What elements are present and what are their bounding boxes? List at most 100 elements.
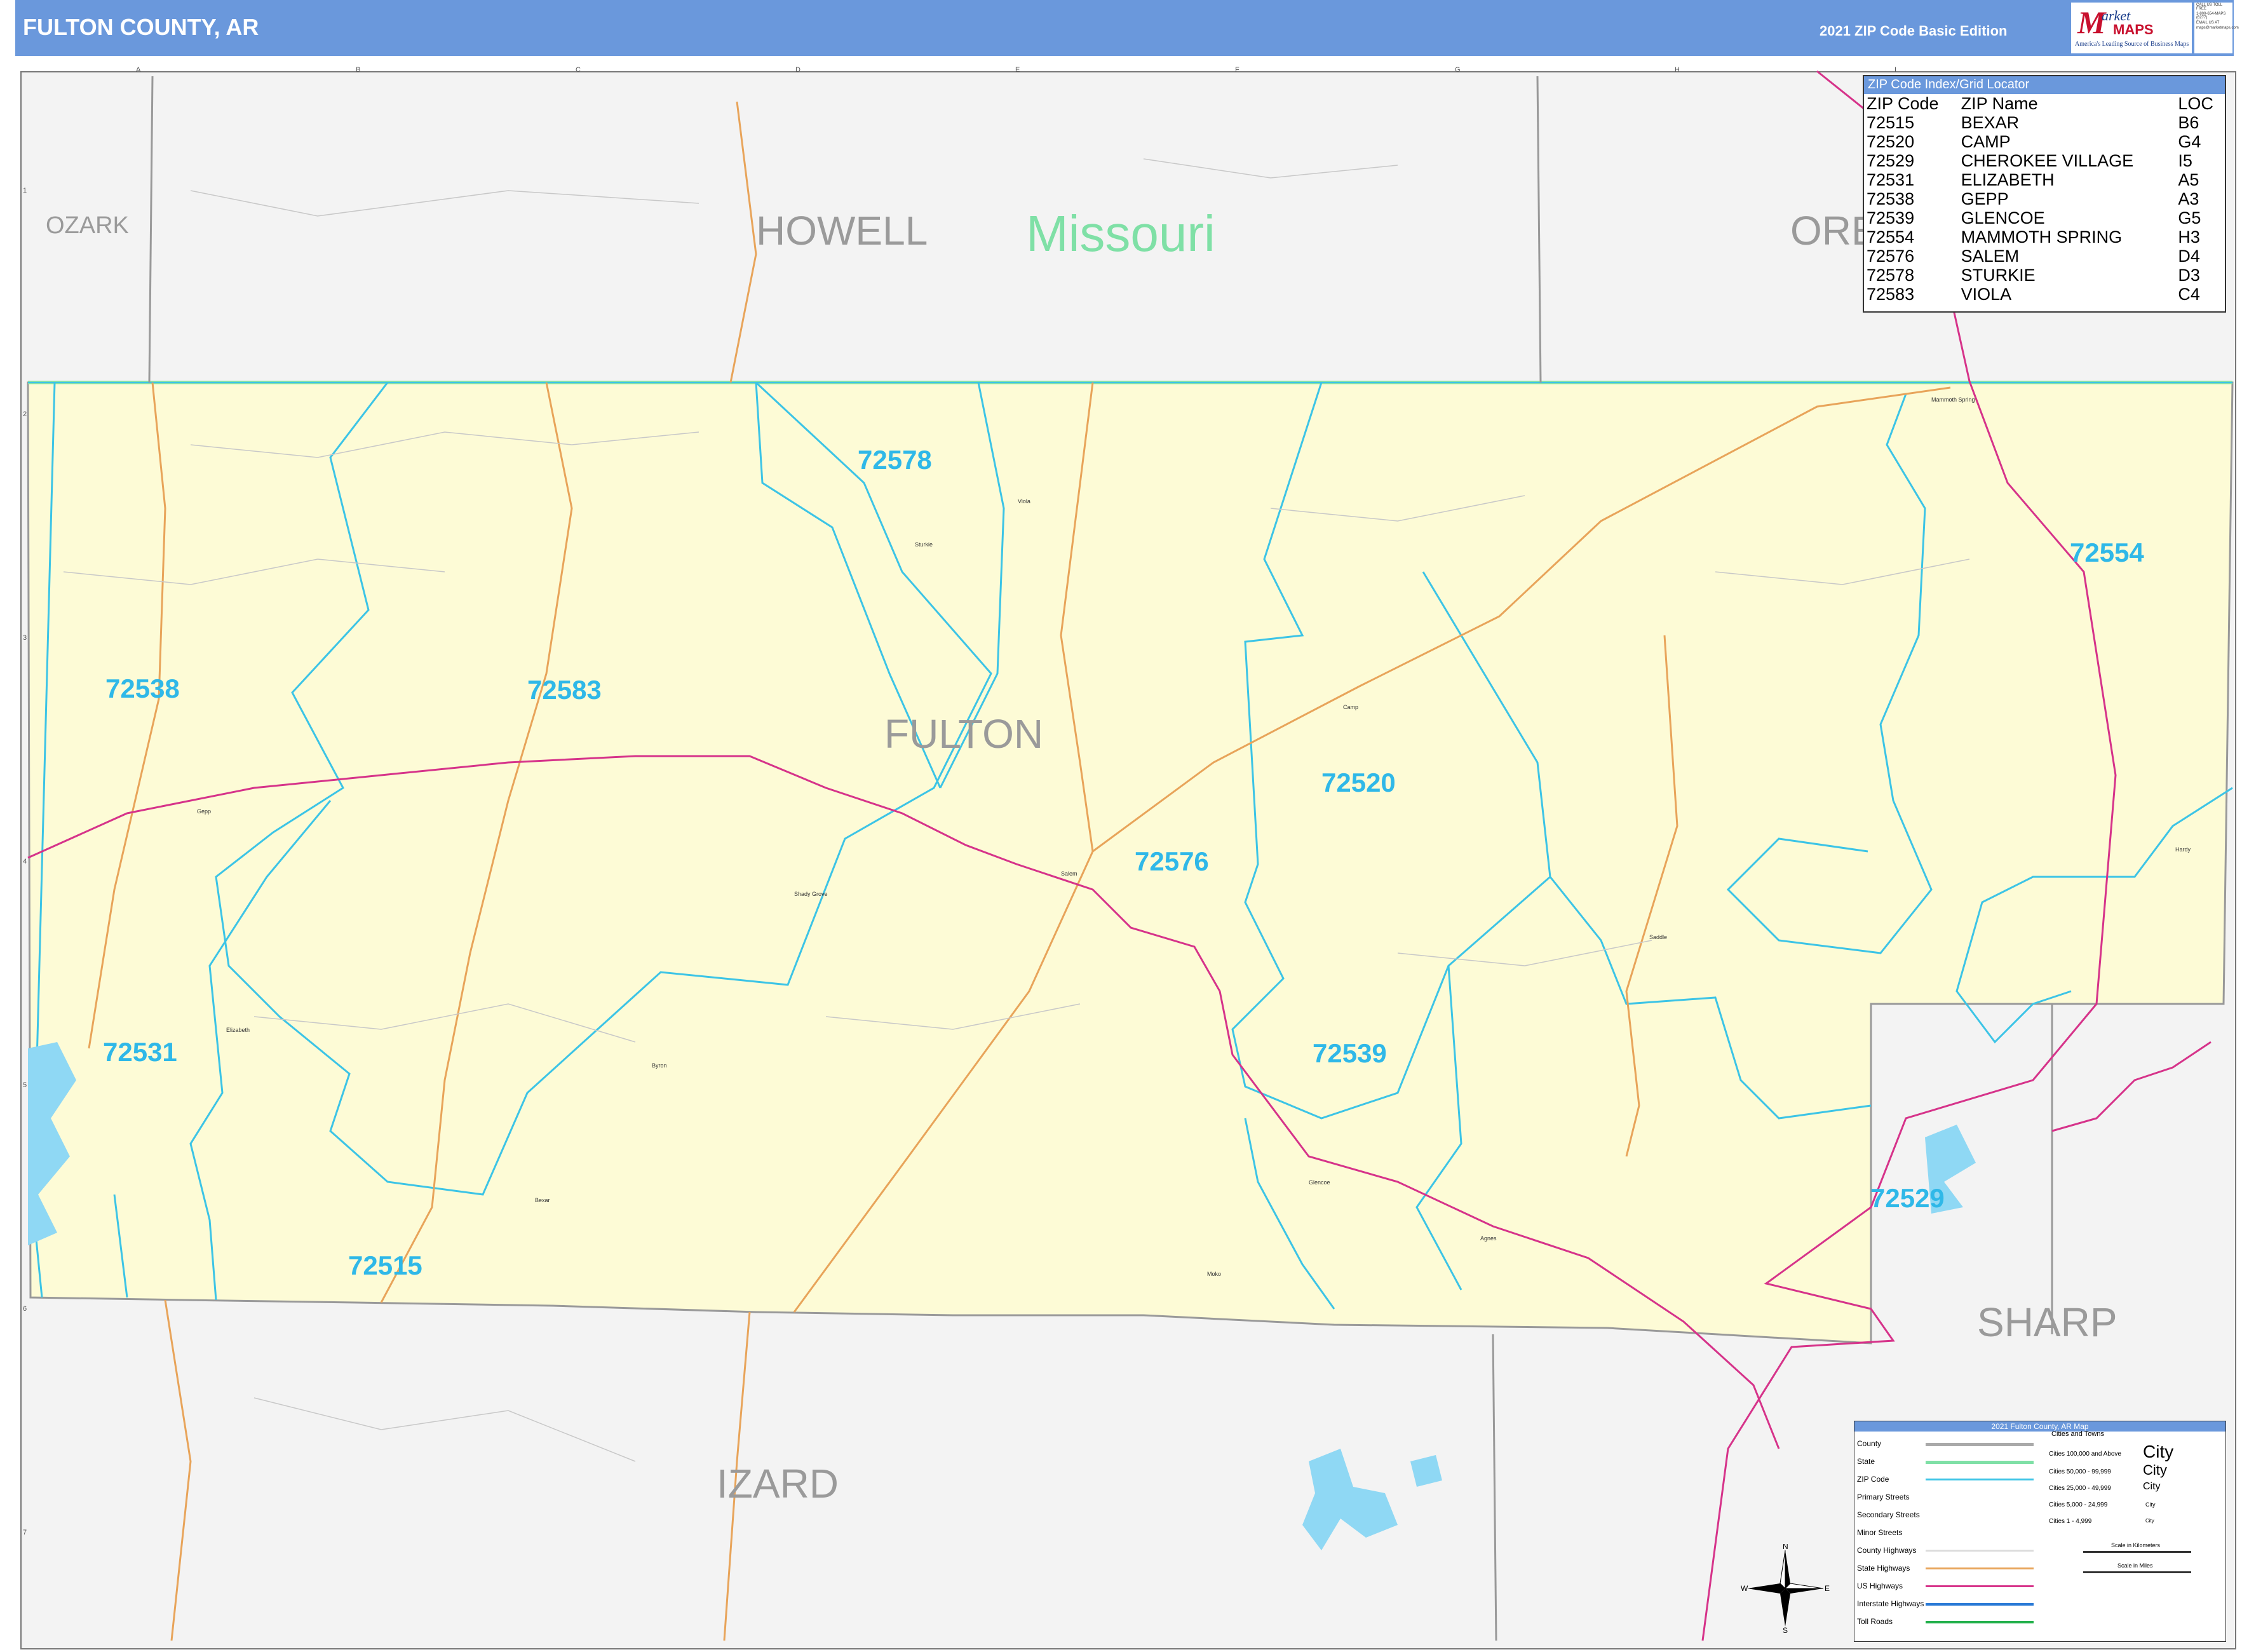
zip-code-cell: 72529 bbox=[1867, 151, 1915, 170]
zip-name-cell: MAMMOTH SPRING bbox=[1961, 227, 2123, 247]
town-label: Moko bbox=[1207, 1271, 1222, 1277]
compass-rose-icon: N S E W bbox=[1741, 1544, 1830, 1633]
zip-label-72515: 72515 bbox=[348, 1250, 422, 1280]
legend-city-sample: City bbox=[2143, 1442, 2174, 1461]
loc-cell: D3 bbox=[2178, 266, 2200, 285]
zip-index-grid: ZIP Code ZIP Name LOC 72515 BEXAR B6 72520… bbox=[1864, 94, 2225, 304]
legend-item: Minor Streets bbox=[1857, 1528, 1903, 1537]
table-row: 72538 GEPP A3 bbox=[1864, 189, 2225, 208]
table-row: 72576 SALEM D4 bbox=[1864, 247, 2225, 266]
legend-scale-mi: Scale in Miles bbox=[2117, 1562, 2153, 1569]
legend-city-sample: City bbox=[2143, 1462, 2167, 1478]
zip-index-table: ZIP Code Index/Grid Locator ZIP Code ZIP… bbox=[1863, 75, 2226, 313]
zip-label-72520: 72520 bbox=[1321, 768, 1396, 797]
zip-index-title: ZIP Code Index/Grid Locator bbox=[1864, 76, 2225, 94]
legend-item: Toll Roads bbox=[1857, 1617, 1893, 1626]
zip-code-cell: 72515 bbox=[1867, 113, 1915, 132]
legend-item: US Highways bbox=[1857, 1581, 1903, 1590]
town-label: Saddle bbox=[1649, 934, 1668, 940]
table-row: 72539 GLENCOE G5 bbox=[1864, 208, 2225, 227]
grid-row-label: 6 bbox=[23, 1305, 27, 1313]
zip-code-cell: 72531 bbox=[1867, 170, 1915, 189]
legend-swatch-toll bbox=[1926, 1621, 2034, 1623]
legend-city-class: Cities 50,000 - 99,999 bbox=[2049, 1468, 2111, 1475]
zip-label-72583: 72583 bbox=[527, 675, 602, 705]
loc-cell: G5 bbox=[2178, 208, 2201, 227]
loc-cell: A5 bbox=[2178, 170, 2199, 189]
grid-row-label: 2 bbox=[23, 410, 27, 418]
zip-name-cell: STURKIE bbox=[1961, 266, 2036, 285]
zip-code-cell: 72583 bbox=[1867, 285, 1915, 304]
grid-col-label: C bbox=[576, 66, 581, 74]
legend-city-sample: City bbox=[2145, 1518, 2154, 1524]
town-label: Bexar bbox=[535, 1197, 550, 1203]
zip-name-cell: BEXAR bbox=[1961, 113, 2020, 132]
legend-item: State Highways bbox=[1857, 1564, 1910, 1573]
legend-swatch-state bbox=[1926, 1461, 2034, 1464]
zip-name-cell: CHEROKEE VILLAGE bbox=[1961, 151, 2134, 170]
loc-cell: D4 bbox=[2178, 247, 2200, 266]
zip-name-cell: SALEM bbox=[1961, 247, 2020, 266]
legend-cities-title: Cities and Towns bbox=[2051, 1430, 2104, 1438]
loc-cell: B6 bbox=[2178, 113, 2199, 132]
zip-label-72529: 72529 bbox=[1870, 1183, 1945, 1213]
legend-swatch-state-hwy bbox=[1926, 1567, 2034, 1569]
legend-item: County bbox=[1857, 1439, 1882, 1448]
legend-item: State bbox=[1857, 1457, 1875, 1466]
legend-city-sample: City bbox=[2143, 1481, 2161, 1492]
column-header: ZIP Code bbox=[1867, 94, 1939, 113]
map-legend: 2021 Fulton County, AR Map County State … bbox=[1854, 1421, 2226, 1642]
grid-row-label: 4 bbox=[23, 858, 27, 865]
county-label-howell: HOWELL bbox=[756, 208, 928, 254]
compass-e: E bbox=[1825, 1584, 1830, 1593]
county-label-izard: IZARD bbox=[717, 1461, 839, 1506]
table-row: 72531 ELIZABETH A5 bbox=[1864, 170, 2225, 189]
column-header: ZIP Name bbox=[1961, 94, 2038, 113]
legend-swatch-zip bbox=[1926, 1479, 2034, 1480]
town-label: Glencoe bbox=[1309, 1179, 1330, 1186]
zip-label-72538: 72538 bbox=[105, 674, 180, 703]
town-label: Gepp bbox=[197, 808, 212, 815]
zip-name-cell: GEPP bbox=[1961, 189, 2009, 208]
grid-col-label: F bbox=[1235, 66, 1239, 74]
zip-code-cell: 72578 bbox=[1867, 266, 1915, 285]
table-row: 72583 VIOLA C4 bbox=[1864, 285, 2225, 304]
zip-code-cell: 72538 bbox=[1867, 189, 1915, 208]
zip-name-cell: CAMP bbox=[1961, 132, 2011, 151]
legend-scale-km-bar bbox=[2083, 1551, 2191, 1553]
legend-swatch-us-hwy bbox=[1926, 1585, 2034, 1587]
zip-code-cell: 72576 bbox=[1867, 247, 1915, 266]
state-label-missouri: Missouri bbox=[1026, 205, 1215, 262]
zip-label-72554: 72554 bbox=[2070, 538, 2144, 567]
column-header: LOC bbox=[2178, 94, 2213, 113]
compass-w: W bbox=[1741, 1584, 1748, 1593]
zip-name-cell: ELIZABETH bbox=[1961, 170, 2055, 189]
town-label: Mammoth Spring bbox=[1931, 396, 1975, 403]
legend-scale-mi-bar bbox=[2083, 1571, 2191, 1573]
compass-n: N bbox=[1783, 1544, 1788, 1551]
legend-item: County Highways bbox=[1857, 1546, 1917, 1555]
table-row: 72578 STURKIE D3 bbox=[1864, 266, 2225, 285]
legend-scale-km: Scale in Kilometers bbox=[2111, 1542, 2161, 1548]
town-label: Shady Grove bbox=[794, 891, 828, 897]
legend-swatch-interstate bbox=[1926, 1603, 2034, 1606]
zip-label-72578: 72578 bbox=[858, 445, 932, 475]
grid-col-label: D bbox=[795, 66, 800, 74]
table-row: 72515 BEXAR B6 bbox=[1864, 113, 2225, 132]
town-label: Hardy bbox=[2175, 846, 2191, 853]
town-label: Byron bbox=[652, 1062, 667, 1069]
table-row: 72529 CHEROKEE VILLAGE I5 bbox=[1864, 151, 2225, 170]
legend-city-class: Cities 25,000 - 49,999 bbox=[2049, 1485, 2111, 1492]
town-label: Elizabeth bbox=[226, 1027, 250, 1033]
town-label: Agnes bbox=[1480, 1235, 1497, 1242]
table-row: 72520 CAMP G4 bbox=[1864, 132, 2225, 151]
zip-label-72576: 72576 bbox=[1135, 846, 1209, 876]
county-label-fulton: FULTON bbox=[884, 711, 1044, 757]
zip-code-cell: 72539 bbox=[1867, 208, 1915, 227]
grid-col-label: E bbox=[1015, 66, 1020, 74]
legend-swatch-county bbox=[1926, 1443, 2034, 1446]
table-row: 72554 MAMMOTH SPRING H3 bbox=[1864, 227, 2225, 247]
legend-item: Primary Streets bbox=[1857, 1493, 1910, 1501]
loc-cell: G4 bbox=[2178, 132, 2201, 151]
grid-col-label: I bbox=[1894, 66, 1897, 74]
